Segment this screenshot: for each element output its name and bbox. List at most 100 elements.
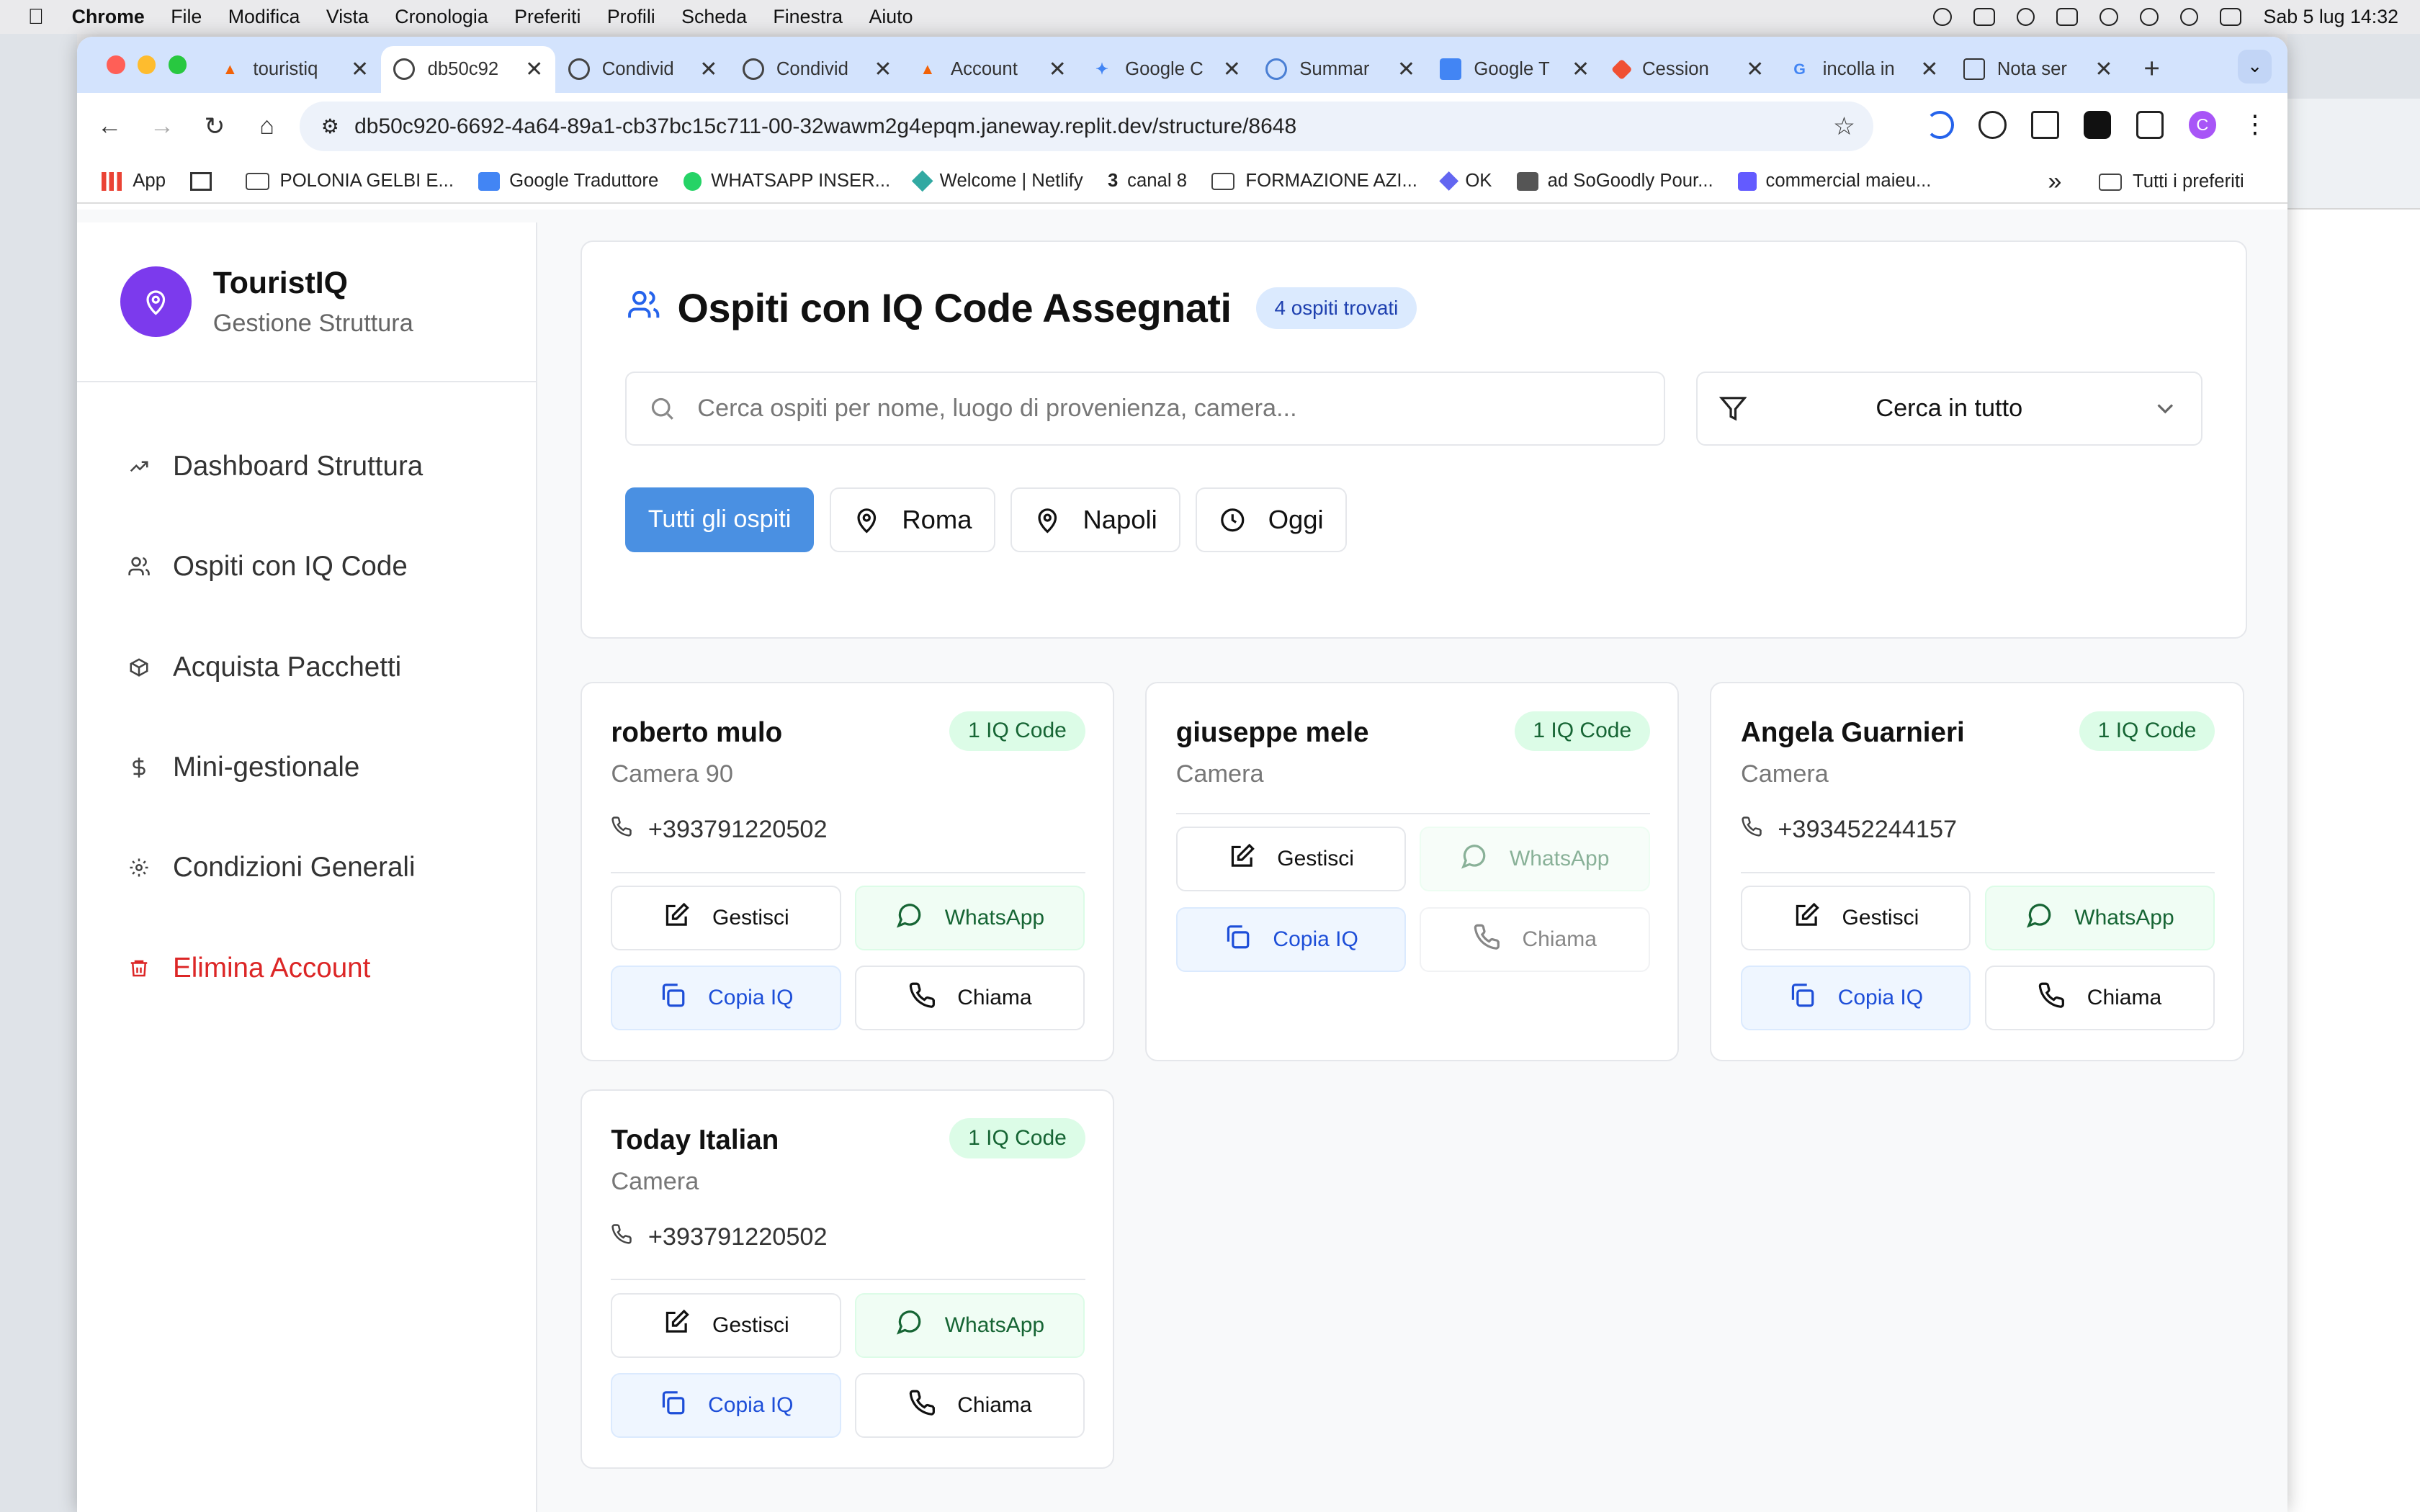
whatsapp-button[interactable]: WhatsApp [1420,827,1650,892]
address-bar[interactable]: ⚙ db50c920-6692-4a64-89a1-cb37bc15c711-0… [299,102,1874,151]
reader-icon[interactable] [2031,111,2059,139]
menu-cronologia[interactable]: Cronologia [395,6,488,28]
bookmark-folder[interactable]: POLONIA GELBI E... [246,171,454,192]
close-tab-icon[interactable]: ✕ [1746,57,1764,82]
minimize-window-button[interactable] [137,55,156,74]
close-tab-icon[interactable]: ✕ [1920,57,1938,82]
bookmark-apps[interactable]: App [102,171,166,192]
bookmark-folder[interactable]: FORMAZIONE AZI... [1211,171,1417,192]
bookmark-grid[interactable] [190,171,221,191]
bookmark-canal8[interactable]: 3 canal 8 [1108,171,1187,192]
bookmark-commercial[interactable]: commercial maieu... [1737,171,1931,192]
whatsapp-button[interactable]: WhatsApp [854,1292,1085,1358]
close-tab-icon[interactable]: ✕ [2094,57,2112,82]
control-center-icon[interactable] [2220,7,2242,27]
sidebar-item-packages[interactable]: Acquista Pacchetti [77,617,536,717]
call-button[interactable]: Chiama [1420,906,1650,972]
forward-button[interactable]: → [136,112,189,140]
apple-icon[interactable]:  [28,5,45,30]
new-tab-button[interactable]: + [2143,53,2160,85]
menu-modifica[interactable]: Modifica [228,6,300,28]
tab-search-button[interactable]: ⌄ [2238,49,2272,84]
copy-iq-button[interactable]: Copia IQ [611,966,841,1031]
menu-aiuto[interactable]: Aiuto [869,6,913,28]
close-tab-icon[interactable]: ✕ [874,57,892,82]
filter-select[interactable]: Cerca in tutto [1695,372,2202,446]
back-button[interactable]: ← [84,112,136,140]
all-bookmarks-folder[interactable]: Tutti i preferiti [2098,171,2244,192]
tab[interactable]: Summar ✕ [1253,46,1428,92]
bookmark-whatsapp[interactable]: WHATSAPP INSER... [683,171,890,192]
more-menu-icon[interactable]: ⋮ [2241,111,2269,139]
close-tab-icon[interactable]: ✕ [1223,57,1241,82]
home-button[interactable]: ⌂ [241,112,293,140]
copy-iq-button[interactable]: Copia IQ [611,1372,841,1438]
puzzle-icon[interactable] [2136,111,2164,139]
tab[interactable]: ▲ Account ✕ [905,46,1079,92]
copy-iq-button[interactable]: Copia IQ [1175,906,1406,972]
chip-all-guests[interactable]: Tutti gli ospiti [624,487,815,552]
manage-button[interactable]: Gestisci [1175,827,1406,892]
menu-preferiti[interactable]: Preferiti [514,6,581,28]
tab[interactable]: Google T ✕ [1428,46,1602,92]
close-tab-icon[interactable]: ✕ [1572,57,1590,82]
tab[interactable]: Gincolla in ✕ [1776,46,1950,92]
chip-oggi[interactable]: Oggi [1196,487,1347,552]
search-input[interactable]: Cerca ospiti per nome, luogo di provenie… [624,372,1665,446]
manage-button[interactable]: Gestisci [611,885,841,950]
menubar-datetime[interactable]: Sab 5 lug 14:32 [2263,6,2398,28]
close-tab-icon[interactable]: ✕ [525,57,543,82]
sidebar-item-mini-gestionale[interactable]: Mini-gestionale [77,717,536,817]
tab[interactable]: Condivid ✕ [730,46,905,92]
menu-profili[interactable]: Profili [607,6,655,28]
sidebar-item-delete-account[interactable]: Elimina Account [77,918,536,1018]
bookmarks-overflow-button[interactable]: » [2048,168,2061,196]
sidebar-item-conditions[interactable]: Condizioni Generali [77,818,536,918]
spotlight-icon[interactable] [2179,7,2199,27]
bookmark-ok[interactable]: OK [1439,171,1492,192]
chip-napoli[interactable]: Napoli [1010,487,1180,552]
extension-icon[interactable] [2083,111,2112,139]
call-button[interactable]: Chiama [1984,966,2215,1031]
wifi-icon[interactable] [2099,7,2119,27]
clock-icon[interactable] [2140,7,2159,27]
close-tab-icon[interactable]: ✕ [1049,57,1067,82]
whatsapp-button[interactable]: WhatsApp [854,885,1085,950]
bookmark-star-icon[interactable]: ☆ [1833,112,1855,141]
manage-button[interactable]: Gestisci [1740,885,1971,950]
bookmark-netlify[interactable]: Welcome | Netlify [911,170,1083,192]
menu-finestra[interactable]: Finestra [773,6,843,28]
menu-file[interactable]: File [171,6,202,28]
menu-vista[interactable]: Vista [326,6,369,28]
chip-roma[interactable]: Roma [829,487,995,552]
accessibility-icon[interactable] [2016,7,2035,27]
whatsapp-button[interactable]: WhatsApp [1984,885,2215,950]
bookmark-google-translate[interactable]: Google Traduttore [478,171,658,192]
bookmark-sogoodly[interactable]: ad SoGoodly Pour... [1516,171,1713,192]
manage-button[interactable]: Gestisci [611,1292,841,1358]
site-info-icon[interactable]: ⚙ [321,114,339,138]
tab[interactable]: Nota ser ✕ [1951,46,2125,92]
reload-button[interactable]: ↻ [188,112,241,141]
close-tab-icon[interactable]: ✕ [699,57,717,82]
extension-icon[interactable] [1978,111,2007,139]
call-button[interactable]: Chiama [854,1372,1085,1438]
close-window-button[interactable] [106,55,125,74]
sidebar-item-guests[interactable]: Ospiti con IQ Code [77,517,536,617]
menu-app[interactable]: Chrome [72,6,145,28]
tab[interactable]: Cession ✕ [1602,46,1776,92]
zoom-window-button[interactable] [168,55,187,74]
copy-iq-button[interactable]: Copia IQ [1740,966,1971,1031]
profile-avatar[interactable]: C [2188,111,2217,139]
tab[interactable]: db50c92 ✕ [381,46,556,93]
close-tab-icon[interactable]: ✕ [351,57,369,82]
bluetooth-icon[interactable] [1973,7,1995,27]
battery-icon[interactable] [2056,7,2079,27]
tab[interactable]: Condivid ✕ [555,46,730,92]
close-tab-icon[interactable]: ✕ [1397,57,1415,82]
extension-icon[interactable] [1926,111,1954,139]
tab[interactable]: ✦ Google C ✕ [1079,46,1253,92]
call-button[interactable]: Chiama [854,966,1085,1031]
tab[interactable]: ▲ touristiq ✕ [207,46,381,92]
sync-icon[interactable] [1932,7,1952,27]
